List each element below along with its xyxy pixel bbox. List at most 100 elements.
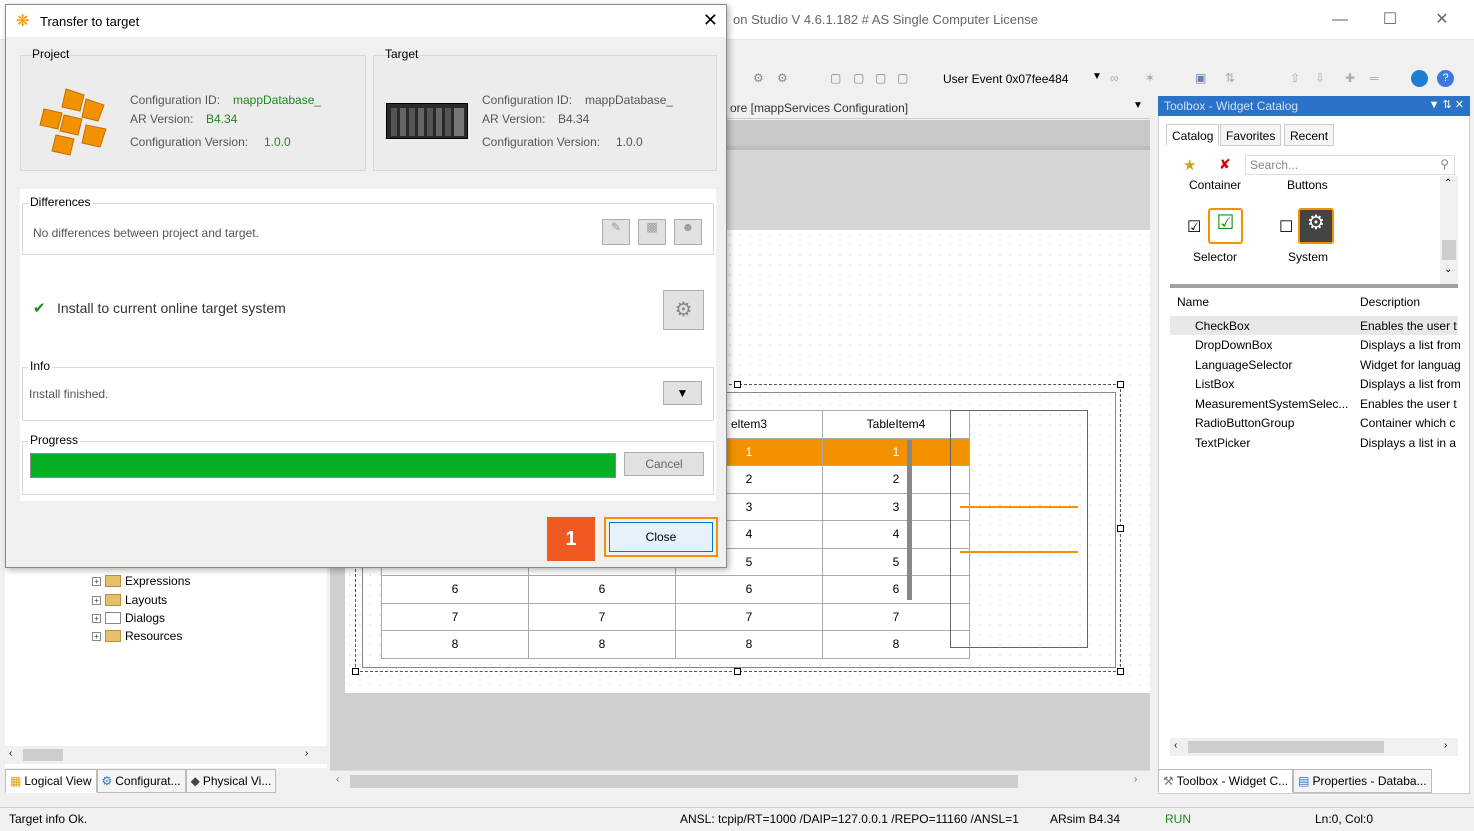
expand-icon[interactable]: + (92, 595, 101, 605)
build-icon[interactable]: ⚙ (753, 71, 769, 87)
differences-action-icon[interactable]: ✎ (602, 219, 630, 245)
resize-handle[interactable] (1117, 525, 1124, 532)
rebuild-icon[interactable]: ⚙ (777, 71, 793, 87)
list-horizontal-scrollbar[interactable]: ‹ › (1170, 738, 1458, 756)
scroll-thumb[interactable] (1188, 741, 1384, 753)
remove-favorite-icon[interactable]: ✘ (1219, 156, 1231, 173)
minimize-button[interactable]: — (1320, 6, 1360, 34)
close-button-highlight[interactable]: Close (604, 517, 718, 557)
table-cell: 6 (822, 575, 970, 604)
status-connection: ANSL: tcpip/RT=1000 /DAIP=127.0.0.1 /REP… (680, 812, 1019, 826)
list-item-name[interactable]: LanguageSelector (1195, 358, 1292, 372)
globe-icon[interactable] (1411, 70, 1428, 87)
tab-properties[interactable]: ▤ Properties - Databa... (1293, 769, 1432, 793)
expand-icon[interactable]: + (92, 613, 101, 623)
tree-item-label: Resources (125, 629, 183, 643)
tree-horizontal-scrollbar[interactable]: ‹ › (5, 746, 327, 764)
transfer-icon[interactable]: ▢ (853, 71, 869, 87)
splitter[interactable] (1170, 284, 1458, 288)
tree-item-layouts[interactable]: + Layouts (92, 591, 167, 609)
close-button[interactable]: Close (609, 522, 713, 552)
nav-icon[interactable]: ∞ (1110, 71, 1126, 87)
cancel-button[interactable]: Cancel (624, 452, 704, 476)
resize-handle[interactable] (734, 381, 741, 388)
table-row[interactable]: 6 6 6 6 (381, 575, 970, 604)
dialog-title: Transfer to target (40, 14, 140, 29)
maximize-button[interactable]: ☐ (1370, 6, 1410, 34)
list-item-name[interactable]: RadioButtonGroup (1195, 416, 1294, 430)
up-arrow-icon[interactable]: ⇧ (1290, 71, 1306, 87)
add-favorite-icon[interactable]: ★ (1183, 156, 1196, 174)
scroll-left-icon[interactable]: ‹ (9, 748, 12, 759)
install-text: Install to current online target system (57, 300, 286, 316)
sort-icon[interactable]: ⇅ (1225, 71, 1241, 87)
list-item-desc: Displays a list in a (1360, 436, 1457, 450)
table-scrollbar[interactable] (907, 440, 912, 600)
tab-configuration-view[interactable]: ⚙ Configurat... (96, 769, 186, 793)
remove-icon[interactable]: ═ (1370, 71, 1386, 87)
scroll-left-icon[interactable]: ‹ (1174, 740, 1177, 751)
resize-handle[interactable] (734, 668, 741, 675)
editor-horizontal-scrollbar[interactable]: ‹ › (330, 770, 1150, 790)
expand-icon[interactable]: + (92, 576, 101, 586)
scroll-up-icon[interactable]: ⌃ (1444, 178, 1452, 189)
list-item-name[interactable]: MeasurementSystemSelec... (1195, 397, 1348, 411)
list-item-name[interactable]: ListBox (1195, 377, 1234, 391)
monitor-icon[interactable]: ▢ (897, 71, 913, 87)
compare-icon[interactable]: ▢ (875, 71, 891, 87)
scroll-left-icon[interactable]: ‹ (336, 774, 339, 785)
tab-list-dropdown-icon[interactable]: ▼ (1133, 100, 1143, 111)
user-event-dropdown[interactable]: ▼ (1092, 71, 1102, 82)
container-widget[interactable] (950, 410, 1088, 648)
table-row[interactable]: 8 8 8 8 (381, 630, 970, 659)
close-window-button[interactable]: ✕ (1422, 6, 1462, 34)
scroll-down-icon[interactable]: ⌄ (1444, 264, 1452, 275)
differences-details-icon[interactable]: ☻ (674, 219, 702, 245)
down-arrow-icon[interactable]: ⇩ (1315, 71, 1331, 87)
step-icon[interactable]: ▣ (1195, 71, 1211, 87)
tab-physical-view[interactable]: ◆ Physical Vi... (185, 769, 277, 793)
list-item-name[interactable]: DropDownBox (1195, 338, 1272, 352)
add-icon[interactable]: ✚ (1345, 71, 1361, 87)
list-item-name[interactable]: TextPicker (1195, 436, 1250, 450)
tree-item-dialogs[interactable]: + Dialogs (92, 609, 165, 627)
tree-item-expressions[interactable]: + Expressions (92, 572, 190, 590)
tab-logical-view[interactable]: ▦ Logical View (5, 769, 97, 793)
window-icon[interactable]: ▢ (830, 71, 846, 87)
tab-favorites[interactable]: Favorites (1220, 124, 1282, 146)
scroll-thumb[interactable] (350, 775, 1018, 788)
differences-compare-icon[interactable]: ▩ (638, 219, 666, 245)
system-widget-icon[interactable]: ⚙ (1298, 208, 1334, 244)
scroll-right-icon[interactable]: › (1134, 774, 1137, 785)
panel-controls[interactable]: ▼ ⇅ ✕ (1429, 98, 1464, 111)
debug-icon[interactable]: ✶ (1145, 71, 1161, 87)
catalog-scrollbar[interactable]: ⌃ ⌄ (1440, 176, 1458, 284)
tab-toolbox[interactable]: ⚒ Toolbox - Widget C... (1158, 769, 1294, 793)
project-ar-version: B4.34 (206, 112, 238, 126)
list-header-description[interactable]: Description (1360, 295, 1420, 309)
help-icon[interactable]: ? (1437, 70, 1454, 87)
resize-handle[interactable] (352, 668, 359, 675)
tree-item-resources[interactable]: + Resources (92, 627, 182, 645)
resize-handle[interactable] (1117, 381, 1124, 388)
list-header-name[interactable]: Name (1177, 295, 1209, 309)
list-item-desc: Enables the user t (1360, 397, 1457, 411)
install-settings-button[interactable]: ⚙ (663, 290, 704, 330)
expand-icon[interactable]: + (92, 631, 101, 641)
scroll-thumb[interactable] (23, 749, 63, 761)
document-tab[interactable]: ore [mappServices Configuration] (730, 101, 908, 115)
table-row[interactable]: 7 7 7 7 (381, 602, 970, 631)
group-label: Differences (28, 195, 93, 209)
tab-catalog[interactable]: Catalog (1166, 124, 1220, 146)
scroll-right-icon[interactable]: › (1444, 740, 1447, 751)
selector-widget-icon[interactable]: ☑ (1208, 208, 1243, 244)
scroll-right-icon[interactable]: › (305, 748, 308, 759)
info-expand-button[interactable]: ▼ (663, 381, 702, 405)
scroll-thumb[interactable] (1442, 240, 1456, 260)
toolbox-icon: ⚒ (1163, 774, 1174, 788)
catalog-search-input[interactable]: Search... ⚲ (1245, 155, 1455, 175)
resize-handle[interactable] (1117, 668, 1124, 675)
dialog-close-icon[interactable]: ✕ (703, 10, 718, 31)
tab-recent[interactable]: Recent (1284, 124, 1335, 146)
list-item-name[interactable]: CheckBox (1195, 319, 1250, 333)
